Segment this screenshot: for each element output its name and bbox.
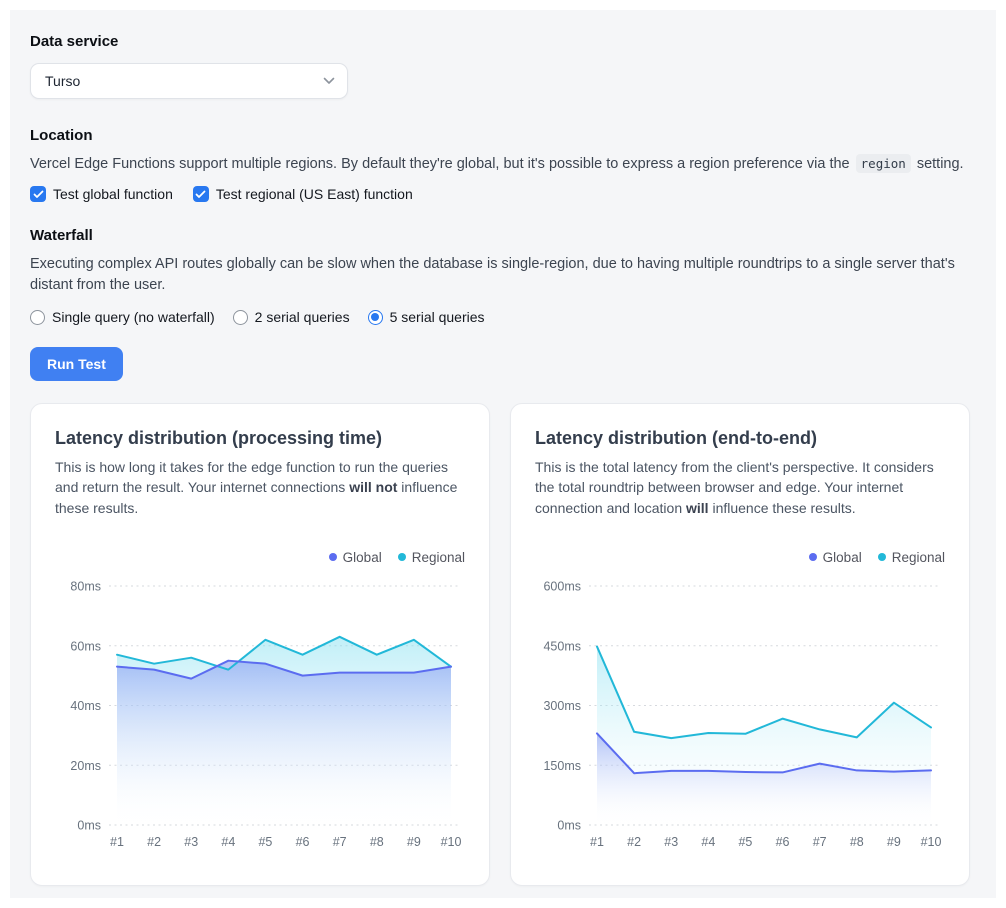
svg-text:0ms: 0ms — [557, 818, 581, 832]
svg-text:#1: #1 — [110, 835, 124, 849]
card-title: Latency distribution (end-to-end) — [535, 428, 945, 449]
svg-text:#4: #4 — [701, 835, 715, 849]
svg-text:#3: #3 — [664, 835, 678, 849]
region-code-chip: region — [856, 154, 911, 173]
regional-legend-dot-icon — [398, 553, 406, 561]
radio-label: 2 serial queries — [255, 309, 350, 325]
svg-text:#4: #4 — [221, 835, 235, 849]
legend-item-regional: Regional — [398, 550, 465, 565]
svg-text:#7: #7 — [813, 835, 827, 849]
latency-end-to-end-chart: 0ms 150ms 300ms 450ms 600ms #1 #2 #3 #4 #5 #6 #7 #8 #… — [535, 573, 945, 865]
waterfall-radio-row: Single query (no waterfall) 2 serial que… — [30, 309, 968, 325]
svg-text:#6: #6 — [776, 835, 790, 849]
global-legend-dot-icon — [329, 553, 337, 561]
svg-text:#8: #8 — [370, 835, 384, 849]
card-title: Latency distribution (processing time) — [55, 428, 465, 449]
radio-single-query[interactable]: Single query (no waterfall) — [30, 309, 215, 325]
svg-text:#8: #8 — [850, 835, 864, 849]
svg-text:#3: #3 — [184, 835, 198, 849]
radio-label: 5 serial queries — [390, 309, 485, 325]
legend-item-regional: Regional — [878, 550, 945, 565]
svg-text:20ms: 20ms — [70, 759, 101, 773]
svg-text:#7: #7 — [333, 835, 347, 849]
svg-text:#10: #10 — [921, 835, 942, 849]
data-service-selected-value: Turso — [45, 73, 80, 89]
svg-text:0ms: 0ms — [77, 818, 101, 832]
legend-item-global: Global — [809, 550, 862, 565]
checkbox-test-regional-function[interactable]: Test regional (US East) function — [193, 186, 413, 202]
latency-processing-chart: 0ms 20ms 40ms 60ms 80ms #1 #2 #3 #4 #5 #6 #7 #8 #9 #10 — [55, 573, 465, 865]
svg-text:#2: #2 — [627, 835, 641, 849]
svg-text:#2: #2 — [147, 835, 161, 849]
legend-item-global: Global — [329, 550, 382, 565]
chart-cards-row: Latency distribution (processing time) T… — [30, 403, 968, 886]
radio-5-serial-queries[interactable]: 5 serial queries — [368, 309, 485, 325]
page-background: Data service Turso Location Vercel Edge … — [10, 10, 996, 898]
checkbox-test-global-function[interactable]: Test global function — [30, 186, 173, 202]
processing-time-card: Latency distribution (processing time) T… — [30, 403, 490, 886]
regional-legend-dot-icon — [878, 553, 886, 561]
svg-text:#1: #1 — [590, 835, 604, 849]
svg-text:#5: #5 — [738, 835, 752, 849]
svg-text:80ms: 80ms — [70, 579, 101, 593]
data-service-heading: Data service — [30, 33, 968, 50]
chart-legend: Global Regional — [535, 550, 945, 565]
location-heading: Location — [30, 127, 968, 144]
card-description: This is how long it takes for the edge f… — [55, 457, 465, 518]
checkbox-checked-icon — [30, 186, 46, 202]
waterfall-heading: Waterfall — [30, 227, 968, 244]
svg-text:#6: #6 — [296, 835, 310, 849]
svg-text:40ms: 40ms — [70, 699, 101, 713]
checkbox-label: Test global function — [53, 186, 173, 202]
checkbox-checked-icon — [193, 186, 209, 202]
svg-text:600ms: 600ms — [543, 579, 581, 593]
svg-text:60ms: 60ms — [70, 639, 101, 653]
radio-unchecked-icon — [233, 310, 248, 325]
location-description: Vercel Edge Functions support multiple r… — [30, 154, 968, 175]
svg-text:#5: #5 — [258, 835, 272, 849]
svg-text:#9: #9 — [407, 835, 421, 849]
radio-checked-icon — [368, 310, 383, 325]
global-legend-dot-icon — [809, 553, 817, 561]
radio-unchecked-icon — [30, 310, 45, 325]
radio-label: Single query (no waterfall) — [52, 309, 215, 325]
run-test-button[interactable]: Run Test — [30, 347, 123, 381]
svg-text:#9: #9 — [887, 835, 901, 849]
svg-text:150ms: 150ms — [543, 759, 581, 773]
checkbox-label: Test regional (US East) function — [216, 186, 413, 202]
chart-legend: Global Regional — [55, 550, 465, 565]
svg-text:300ms: 300ms — [543, 699, 581, 713]
card-description: This is the total latency from the clien… — [535, 457, 945, 518]
svg-text:450ms: 450ms — [543, 639, 581, 653]
radio-2-serial-queries[interactable]: 2 serial queries — [233, 309, 350, 325]
location-checkbox-row: Test global function Test regional (US E… — [30, 186, 968, 202]
data-service-select[interactable]: Turso — [30, 63, 348, 99]
chevron-down-icon — [323, 77, 335, 85]
end-to-end-card: Latency distribution (end-to-end) This i… — [510, 403, 970, 886]
svg-text:#10: #10 — [441, 835, 462, 849]
waterfall-description: Executing complex API routes globally ca… — [30, 254, 968, 296]
